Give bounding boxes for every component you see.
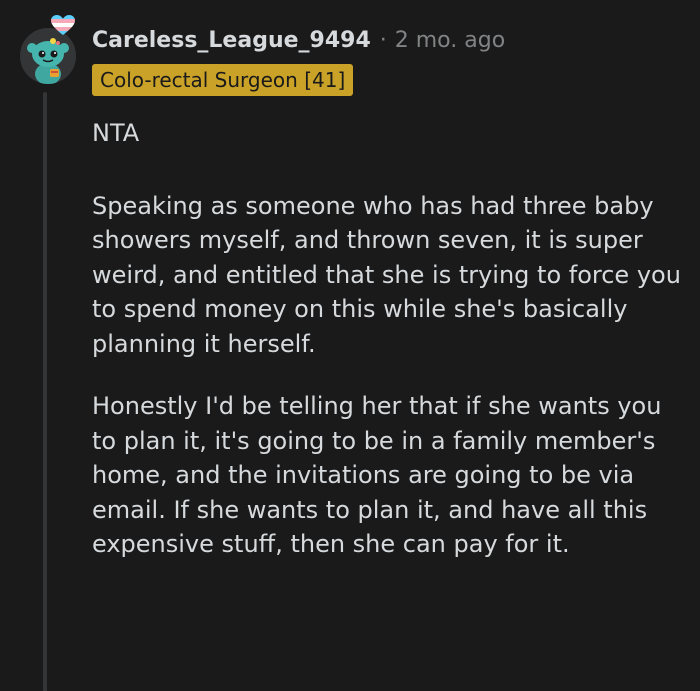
- comment-paragraph: Speaking as someone who has had three ba…: [92, 191, 681, 358]
- meta-separator: ·: [379, 27, 387, 53]
- user-flair: Colo-rectal Surgeon [41]: [92, 64, 354, 96]
- avatar-container[interactable]: [18, 14, 78, 86]
- trans-heart-flag-icon: [50, 14, 76, 36]
- comment: Careless_League_9494 · 2 mo. ago Colo-re…: [0, 0, 700, 691]
- comment-paragraph: NTA: [92, 119, 140, 147]
- username-link[interactable]: Careless_League_9494: [92, 28, 371, 53]
- snoo-avatar-icon: [20, 28, 76, 84]
- comment-body: NTA Speaking as someone who has had thre…: [92, 116, 688, 590]
- timestamp[interactable]: 2 mo. ago: [395, 28, 505, 53]
- comment-paragraph: Honestly I'd be telling her that if she …: [92, 392, 662, 558]
- thread-collapse-line[interactable]: [43, 92, 47, 691]
- comment-header: Careless_League_9494 · 2 mo. ago: [92, 24, 505, 56]
- avatar[interactable]: [20, 28, 76, 84]
